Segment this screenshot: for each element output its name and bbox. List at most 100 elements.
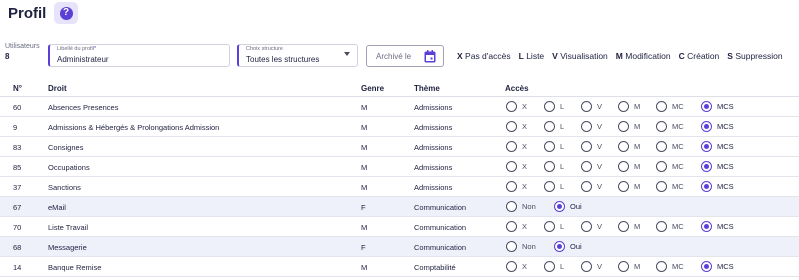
col-header-droit: Droit: [48, 84, 67, 93]
access-radio-v[interactable]: V: [581, 161, 602, 172]
access-radio-x[interactable]: X: [506, 261, 527, 272]
radio-label: L: [560, 162, 565, 171]
radio-circle-icon: [618, 101, 629, 112]
access-radio-mcs[interactable]: MCS: [701, 101, 734, 112]
help-button[interactable]: ?: [54, 2, 78, 24]
users-count: 8: [5, 52, 10, 61]
legend-text: Suppression: [735, 51, 783, 61]
access-radio-x[interactable]: X: [506, 181, 527, 192]
access-radio-mc[interactable]: MC: [656, 101, 684, 112]
radio-circle-icon: [618, 121, 629, 132]
users-label: Utilisateurs: [5, 43, 40, 50]
access-radio-v[interactable]: V: [581, 121, 602, 132]
access-radio-l[interactable]: L: [544, 141, 564, 152]
radio-circle-icon: [581, 181, 592, 192]
radio-label: MC: [672, 142, 684, 151]
access-radio-l[interactable]: L: [544, 181, 564, 192]
cell-droit: Banque Remise: [48, 263, 102, 272]
access-radio-v[interactable]: V: [581, 181, 602, 192]
legend-text: Pas d'accès: [465, 51, 511, 61]
cell-droit: Liste Travail: [48, 223, 89, 232]
access-radio-mc[interactable]: MC: [656, 161, 684, 172]
access-radio-mc[interactable]: MC: [656, 221, 684, 232]
access-radio-m[interactable]: M: [618, 101, 640, 112]
access-radio-x[interactable]: X: [506, 161, 527, 172]
radio-circle-icon: [656, 121, 667, 132]
access-radio-v[interactable]: V: [581, 261, 602, 272]
access-radio-x[interactable]: X: [506, 221, 527, 232]
access-radio-oui[interactable]: Oui: [554, 201, 582, 212]
access-radio-v[interactable]: V: [581, 221, 602, 232]
access-radio-mcs[interactable]: MCS: [701, 121, 734, 132]
legend-text: Modification: [625, 51, 671, 61]
radio-label: L: [560, 102, 565, 111]
table-row: 14 Banque Remise M Comptabilité X L V M MC MCS: [0, 257, 799, 277]
archive-date-input[interactable]: Archivé le: [366, 45, 444, 67]
access-radio-m[interactable]: M: [618, 221, 640, 232]
access-radio-l[interactable]: L: [544, 101, 564, 112]
access-radio-mc[interactable]: MC: [656, 141, 684, 152]
cell-theme: Communication: [414, 243, 467, 252]
access-radio-m[interactable]: M: [618, 261, 640, 272]
cell-droit: Messagerie: [48, 243, 87, 252]
access-radio-x[interactable]: X: [506, 101, 527, 112]
radio-circle-icon: [618, 161, 629, 172]
access-radio-mcs[interactable]: MCS: [701, 261, 734, 272]
access-radio-mcs[interactable]: MCS: [701, 221, 734, 232]
profile-name-field[interactable]: Libellé du profil* Administrateur: [48, 44, 230, 67]
radio-circle-icon: [656, 221, 667, 232]
access-radio-x[interactable]: X: [506, 141, 527, 152]
radio-circle-icon: [506, 141, 517, 152]
radio-label: MC: [672, 122, 684, 131]
access-radio-mcs[interactable]: MCS: [701, 181, 734, 192]
radio-label: X: [522, 142, 528, 151]
access-radio-m[interactable]: M: [618, 161, 640, 172]
access-radio-l[interactable]: L: [544, 121, 564, 132]
cell-genre: F: [361, 203, 366, 212]
users-summary: Utilisateurs 8: [5, 43, 40, 61]
table-row: 60 Absences Presences M Admissions X L V M MC MCS: [0, 97, 799, 117]
radio-circle-icon: [544, 261, 555, 272]
table-row: 67 eMail F Communication Non Oui: [0, 197, 799, 217]
radio-label: L: [560, 182, 565, 191]
access-radio-l[interactable]: L: [544, 161, 564, 172]
radio-label: MC: [672, 222, 684, 231]
access-radio-l[interactable]: L: [544, 221, 564, 232]
access-radio-mc[interactable]: MC: [656, 121, 684, 132]
radio-label: X: [522, 162, 528, 171]
access-radio-m[interactable]: M: [618, 141, 640, 152]
radio-label: M: [634, 222, 641, 231]
table-body: 60 Absences Presences M Admissions X L V M MC MCS…: [0, 97, 799, 277]
access-radio-v[interactable]: V: [581, 141, 602, 152]
legend-text: Visualisation: [560, 51, 608, 61]
calendar-icon[interactable]: [424, 50, 436, 63]
access-legend: X Pas d'accès L Liste V Visualisation M Mod…: [457, 51, 783, 61]
profile-name-label: Libellé du profil*: [57, 46, 97, 52]
radio-circle-icon: [581, 261, 592, 272]
radio-label: V: [597, 162, 603, 171]
access-radio-mc[interactable]: MC: [656, 181, 684, 192]
radio-label: M: [634, 102, 641, 111]
access-radio-l[interactable]: L: [544, 261, 564, 272]
legend-item: M Modification: [616, 51, 671, 61]
access-radio-m[interactable]: M: [618, 181, 640, 192]
radio-label: MCS: [717, 162, 734, 171]
access-radio-mc[interactable]: MC: [656, 261, 684, 272]
cell-theme: Admissions: [414, 163, 453, 172]
radio-label: MCS: [717, 142, 734, 151]
access-radio-x[interactable]: X: [506, 121, 527, 132]
radio-label: X: [522, 262, 528, 271]
access-radio-non[interactable]: Non: [506, 201, 536, 212]
radio-circle-icon: [506, 201, 517, 212]
access-radio-v[interactable]: V: [581, 101, 602, 112]
radio-label: MC: [672, 102, 684, 111]
structure-select[interactable]: Choix structure Toutes les structures: [237, 44, 358, 67]
access-radio-mcs[interactable]: MCS: [701, 141, 734, 152]
radio-circle-icon: [656, 161, 667, 172]
cell-genre: F: [361, 243, 366, 252]
access-radio-mcs[interactable]: MCS: [701, 161, 734, 172]
cell-droit: Occupations: [48, 163, 90, 172]
access-radio-oui[interactable]: Oui: [554, 241, 582, 252]
access-radio-non[interactable]: Non: [506, 241, 536, 252]
access-radio-m[interactable]: M: [618, 121, 640, 132]
